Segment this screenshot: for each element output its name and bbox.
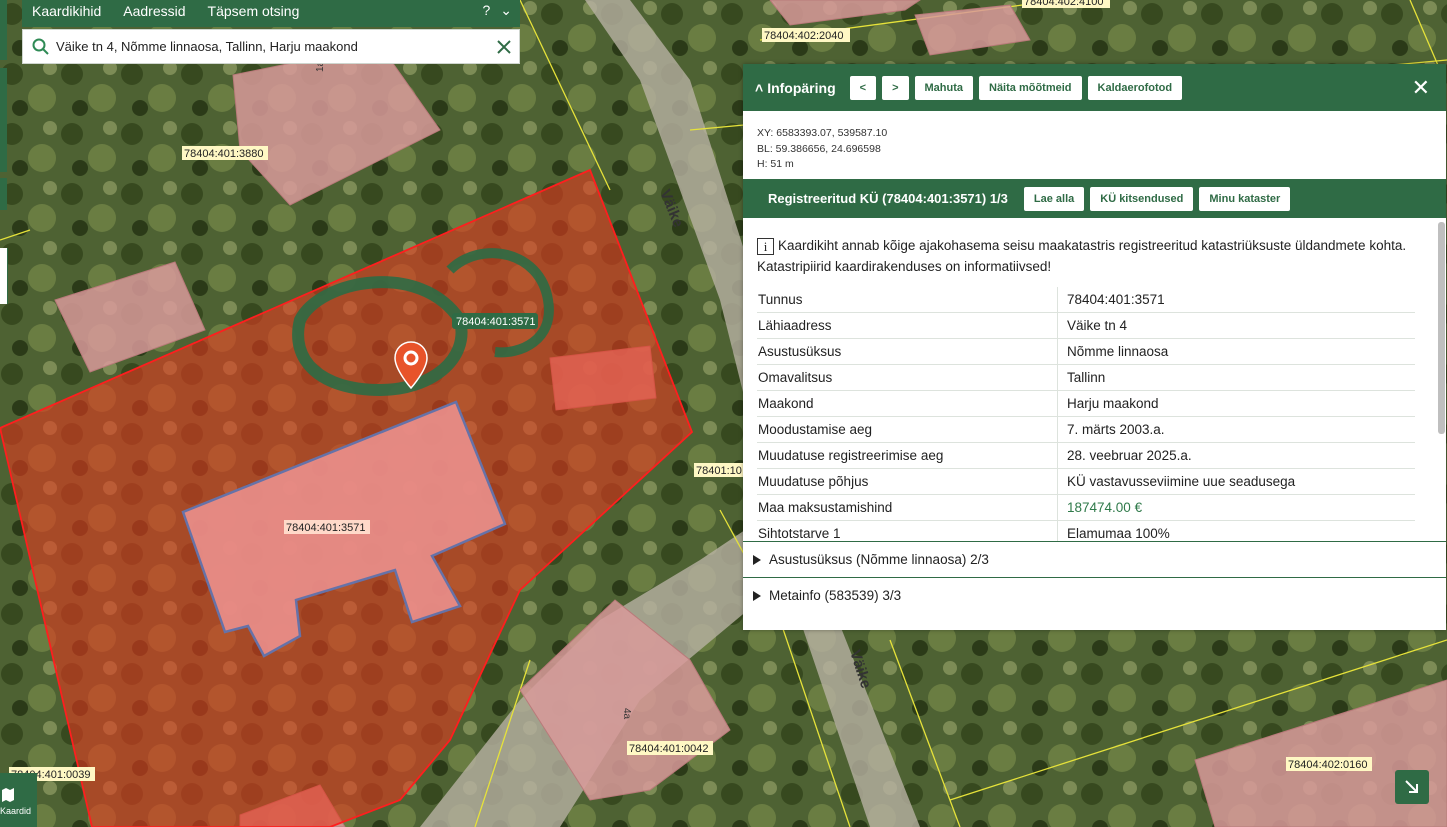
section-body: i Kaardikiht annab kõige ajakohasema seis… bbox=[743, 218, 1446, 541]
info-icon: i bbox=[757, 238, 774, 255]
info-note: i Kaardikiht annab kõige ajakohasema seis… bbox=[757, 238, 1407, 274]
coord-xy: XY: 6583393.07, 539587.10 bbox=[757, 127, 888, 139]
chevron-down-icon[interactable]: ⌄ bbox=[500, 2, 512, 19]
row-label: Lähiaadress bbox=[757, 312, 1058, 339]
ku-kitsendused-button[interactable]: KÜ kitsendused bbox=[1090, 186, 1194, 211]
row-label: Sihtotstarve 1 bbox=[757, 520, 1058, 541]
table-row: Maa maksustamishind 187474.00 € bbox=[757, 494, 1415, 521]
left-toolbar-edge[interactable] bbox=[0, 68, 7, 172]
row-label: Muudatuse põhjus bbox=[757, 468, 1058, 495]
info-panel-header: ˄ Infopäring < > Mahuta Näita mõõtmeid K… bbox=[743, 64, 1446, 111]
parcel-label: 78404:402:4100 bbox=[1022, 0, 1110, 8]
section-header: Registreeritud KÜ (78404:401:3571) 1/3 L… bbox=[743, 179, 1446, 218]
row-value: 28. veebruar 2025.a. bbox=[1057, 442, 1415, 469]
left-toolbar-edge[interactable] bbox=[0, 0, 7, 60]
table-row: Asustusüksus Nõmme linnaosa bbox=[757, 338, 1415, 365]
row-value: 78404:401:3571 bbox=[1057, 287, 1415, 313]
map-icon bbox=[2, 788, 14, 802]
row-label: Maa maksustamishind bbox=[757, 494, 1058, 521]
search-bar bbox=[22, 29, 520, 64]
table-row: Moodustamise aeg 7. märts 2003.a. bbox=[757, 416, 1415, 443]
layers-button[interactable]: Kaardid bbox=[0, 773, 37, 827]
svg-text:78404:401:3571: 78404:401:3571 bbox=[456, 316, 536, 328]
svg-text:78404:401:0042: 78404:401:0042 bbox=[629, 743, 709, 755]
kaldaerofotod-button[interactable]: Kaldaerofotod bbox=[1087, 75, 1183, 100]
house-number: 4a bbox=[621, 708, 632, 720]
row-label: Maakond bbox=[757, 390, 1058, 417]
parcel-label: 78404:401:3571 bbox=[452, 313, 538, 329]
accordion-asustusuksus[interactable]: Asustusüksus (Nõmme linnaosa) 2/3 bbox=[743, 541, 1446, 577]
svg-text:78401:10: 78401:10 bbox=[696, 465, 742, 477]
clear-search-icon[interactable] bbox=[497, 39, 511, 54]
tab-aadressid[interactable]: Aadressid bbox=[123, 3, 185, 19]
collapse-icon[interactable]: ˄ bbox=[755, 80, 763, 96]
naita-mootmeid-button[interactable]: Näita mõõtmeid bbox=[979, 75, 1082, 100]
row-value: KÜ vastavusseviimine uue seadusega bbox=[1057, 468, 1415, 495]
row-value: Väike tn 4 bbox=[1057, 312, 1415, 339]
row-value: Harju maakond bbox=[1057, 390, 1415, 417]
search-icon bbox=[32, 38, 49, 55]
help-icon[interactable]: ? bbox=[482, 2, 490, 19]
layers-label: Kaardid bbox=[0, 806, 32, 816]
scrollbar[interactable] bbox=[1438, 222, 1445, 434]
table-row: Maakond Harju maakond bbox=[757, 390, 1415, 417]
coord-h: H: 51 m bbox=[757, 158, 794, 170]
row-label: Muudatuse registreerimise aeg bbox=[757, 442, 1058, 469]
parcel-table: Tunnus 78404:401:3571 Lähiaadress Väike tn… bbox=[757, 287, 1415, 541]
svg-text:78404:401:3880: 78404:401:3880 bbox=[184, 148, 264, 160]
expand-arrow-icon bbox=[753, 590, 761, 601]
row-label: Moodustamise aeg bbox=[757, 416, 1058, 443]
parcel-label: 78404:402:0160 bbox=[1286, 757, 1372, 771]
row-value: 7. märts 2003.a. bbox=[1057, 416, 1415, 443]
info-panel: ˄ Infopäring < > Mahuta Näita mõõtmeid K… bbox=[743, 64, 1446, 630]
table-row: Omavalitsus Tallinn bbox=[757, 364, 1415, 391]
parcel-label: 78404:401:0042 bbox=[627, 741, 713, 755]
row-value: Nõmme linnaosa bbox=[1057, 338, 1415, 365]
table-row: Muudatuse registreerimise aeg 28. veebrua… bbox=[757, 442, 1415, 469]
tab-tapsem-otsing[interactable]: Täpsem otsing bbox=[208, 3, 300, 19]
svg-text:78404:402:2040: 78404:402:2040 bbox=[764, 30, 844, 42]
close-icon[interactable]: ✕ bbox=[1412, 76, 1430, 99]
tab-kaardikihid[interactable]: Kaardikihid bbox=[32, 3, 101, 19]
prev-button[interactable]: < bbox=[849, 75, 877, 100]
left-toolbar-edge[interactable] bbox=[0, 178, 7, 210]
table-row: Muudatuse põhjus KÜ vastavusseviimine uue… bbox=[757, 468, 1415, 495]
row-value: Elamumaa 100% bbox=[1057, 520, 1415, 541]
row-label: Omavalitsus bbox=[757, 364, 1058, 391]
diagonal-arrow-icon bbox=[1405, 780, 1418, 793]
info-panel-title[interactable]: ˄ Infopäring bbox=[755, 80, 836, 96]
table-row: Lähiaadress Väike tn 4 bbox=[757, 312, 1415, 339]
mahuta-button[interactable]: Mahuta bbox=[914, 75, 973, 100]
row-label: Tunnus bbox=[757, 287, 1058, 313]
row-value: Tallinn bbox=[1057, 364, 1415, 391]
top-nav: Kaardikihid Aadressid Täpsem otsing ? ⌄ bbox=[22, 0, 520, 27]
parcel-label: 78404:401:3571 bbox=[284, 520, 370, 534]
expand-arrow-icon bbox=[753, 554, 761, 565]
svg-text:78404:402:4100: 78404:402:4100 bbox=[1024, 0, 1104, 8]
table-row: Sihtotstarve 1 Elamumaa 100% bbox=[757, 520, 1415, 541]
left-toolbar-edge[interactable] bbox=[0, 248, 8, 304]
parcel-label: 78404:401:3880 bbox=[182, 146, 268, 160]
row-value: 187474.00 € bbox=[1057, 494, 1415, 521]
next-button[interactable]: > bbox=[882, 75, 909, 100]
svg-text:78404:402:0160: 78404:402:0160 bbox=[1288, 759, 1368, 771]
svg-text:78404:401:3571: 78404:401:3571 bbox=[286, 522, 366, 534]
coordinates: XY: 6583393.07, 539587.10 BL: 59.386656,… bbox=[743, 111, 1446, 179]
row-label: Asustusüksus bbox=[757, 338, 1058, 365]
section-title: Registreeritud KÜ (78404:401:3571) 1/3 bbox=[768, 191, 1008, 206]
accordion-metainfo[interactable]: Metainfo (583539) 3/3 bbox=[743, 577, 1446, 613]
search-input[interactable] bbox=[54, 38, 497, 55]
expand-arrow-button[interactable] bbox=[1395, 770, 1429, 804]
coord-bl: BL: 59.386656, 24.696598 bbox=[757, 142, 881, 155]
parcel-label: 78401:10 bbox=[694, 463, 744, 477]
parcel-label: 78404:402:2040 bbox=[762, 28, 850, 42]
lae-alla-button[interactable]: Lae alla bbox=[1023, 186, 1085, 211]
minu-kataster-button[interactable]: Minu kataster bbox=[1199, 186, 1291, 211]
table-row: Tunnus 78404:401:3571 bbox=[757, 287, 1415, 313]
